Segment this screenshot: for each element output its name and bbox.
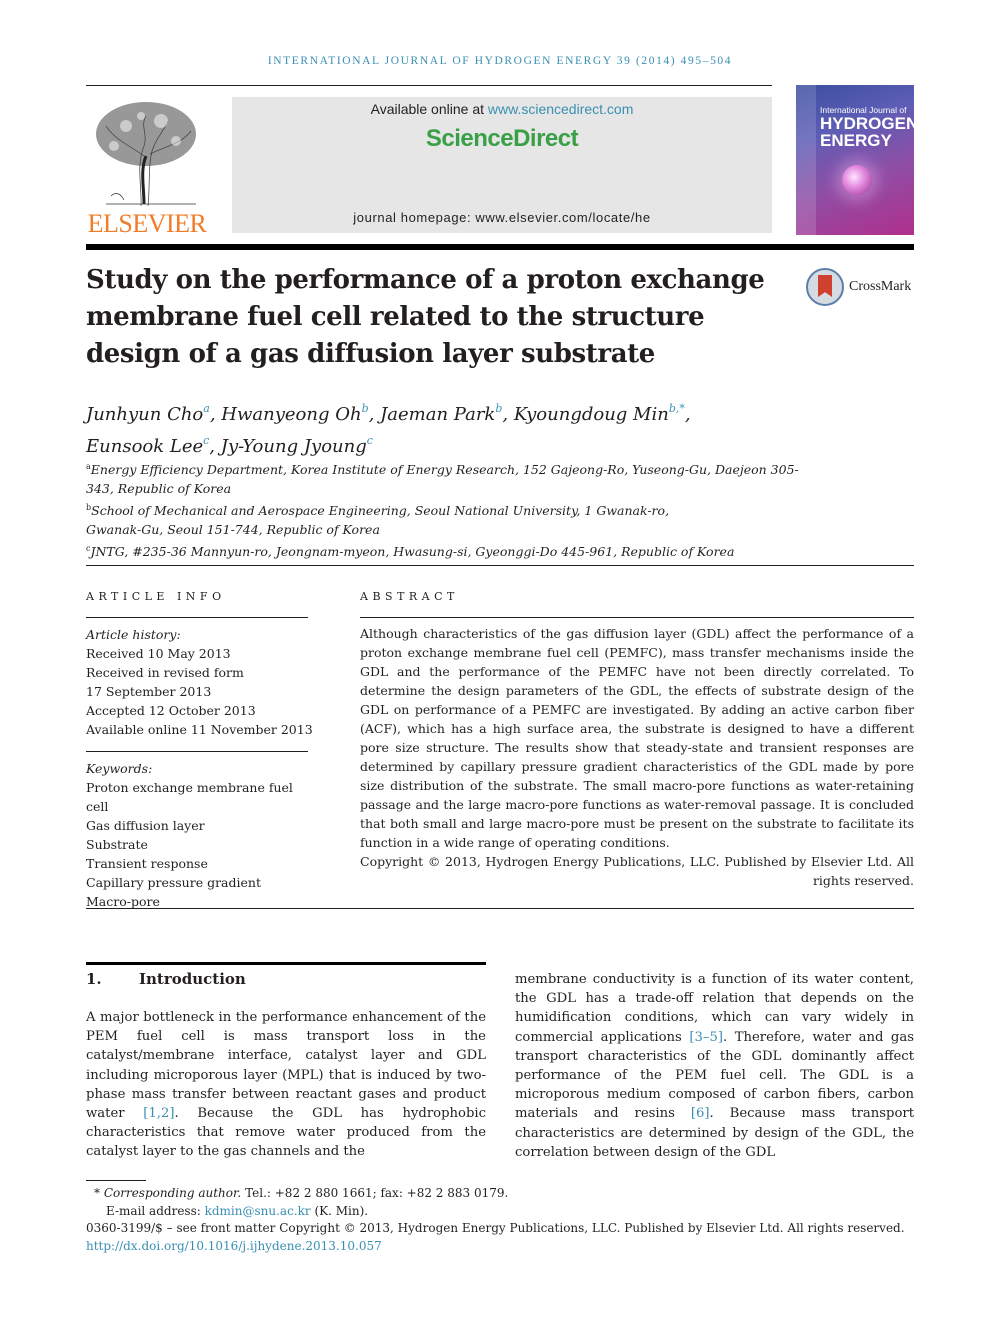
- keywords-label: Keywords:: [86, 761, 153, 776]
- citation-link[interactable]: [1,2]: [143, 1106, 174, 1121]
- body-text: A major bottleneck in the performance en…: [86, 1010, 486, 1122]
- footnote-mark: *: [94, 1186, 100, 1200]
- section-number: 1.: [86, 970, 102, 988]
- crossmark-label: CrossMark: [849, 279, 912, 294]
- issn-line: 0360-3199/$ – see front matter Copyright…: [86, 1221, 905, 1235]
- front-matter-divider: [86, 908, 914, 909]
- author-name: Jaeman Park: [380, 404, 496, 425]
- journal-homepage[interactable]: journal homepage: www.elsevier.com/locat…: [232, 210, 772, 225]
- footnote-rule: [86, 1180, 146, 1181]
- sciencedirect-link[interactable]: www.sciencedirect.com: [488, 101, 634, 117]
- author-name: Kyoungdoug Min: [513, 404, 669, 425]
- crossmark-button[interactable]: CrossMark: [806, 268, 916, 310]
- abstract-body: Although characteristics of the gas diff…: [360, 624, 914, 890]
- keyword[interactable]: Proton exchange membrane fuel cell: [86, 778, 316, 816]
- sciencedirect-brand[interactable]: ScienceDirect: [232, 125, 772, 153]
- abstract-copyright: Copyright © 2013, Hydrogen Energy Public…: [360, 854, 914, 888]
- section-divider: [86, 565, 914, 566]
- article-history-label: Article history:: [86, 627, 181, 642]
- author-name: Jy-Young Jyoung: [220, 436, 367, 457]
- keyword[interactable]: Substrate: [86, 835, 316, 854]
- author-list: Junhyun Choa, Hwanyeong Ohb, Jaeman Park…: [86, 396, 786, 460]
- intro-left-column: A major bottleneck in the performance en…: [86, 1008, 486, 1162]
- history-item: 17 September 2013: [86, 684, 212, 699]
- available-online-text: Available online at www.sciencedirect.co…: [232, 101, 772, 117]
- elsevier-tree-icon: [86, 96, 208, 208]
- history-item: Received 10 May 2013: [86, 646, 231, 661]
- history-item: Received in revised form: [86, 665, 244, 680]
- abstract-heading: ABSTRACT: [360, 590, 459, 603]
- citation-link[interactable]: [3–5]: [689, 1030, 723, 1045]
- author-separator: ,: [502, 404, 514, 425]
- running-header: INTERNATIONAL JOURNAL OF HYDROGEN ENERGY…: [267, 55, 733, 67]
- author-name: Eunsook Lee: [86, 436, 204, 457]
- cover-title-line2: ENERGY: [820, 131, 892, 150]
- author-separator: ,: [368, 404, 381, 425]
- author[interactable]: Jy-Young Jyoungc: [220, 434, 373, 457]
- author-name: Junhyun Cho: [86, 404, 204, 425]
- affiliation-text: JNTG, #235-36 Mannyun-ro, Jeongnam-myeon…: [90, 544, 735, 559]
- abstract-divider: [360, 617, 914, 618]
- section-heading-introduction: 1. Introduction: [86, 970, 246, 988]
- article-info-divider: [86, 617, 308, 618]
- author-affil-mark[interactable]: b: [362, 402, 369, 415]
- article-history: Article history: Received 10 May 2013 Re…: [86, 625, 316, 739]
- author-separator: ,: [209, 436, 221, 457]
- author-name: Hwanyeong Oh: [221, 404, 362, 425]
- keyword[interactable]: Capillary pressure gradient: [86, 873, 316, 892]
- elsevier-wordmark: ELSEVIER: [87, 209, 207, 238]
- corresponding-label: Corresponding author.: [103, 1186, 242, 1200]
- sciencedirect-banner: Available online at www.sciencedirect.co…: [232, 97, 772, 233]
- cover-title: HYDROGEN ENERGY: [820, 115, 914, 149]
- affiliation-text: School of Mechanical and Aerospace Engin…: [86, 503, 670, 537]
- corresponding-author-note: * Corresponding author. Tel.: +82 2 880 …: [86, 1185, 916, 1203]
- author[interactable]: Hwanyeong Ohb: [221, 402, 369, 425]
- author[interactable]: Eunsook Leec: [86, 434, 209, 457]
- doi-link[interactable]: http://dx.doi.org/10.1016/j.ijhydene.201…: [86, 1239, 382, 1253]
- available-prefix: Available online at: [370, 101, 488, 117]
- article-title: Study on the performance of a proton exc…: [86, 265, 765, 369]
- elsevier-logo[interactable]: ELSEVIER: [86, 96, 208, 238]
- author-affil-mark[interactable]: c: [367, 434, 373, 447]
- author[interactable]: Jaeman Parkb: [380, 402, 502, 425]
- keyword[interactable]: Gas diffusion layer: [86, 816, 316, 835]
- affiliation-list: aEnergy Efficiency Department, Korea Ins…: [86, 457, 806, 561]
- email-note: E-mail address: kdmin@snu.ac.kr (K. Min)…: [86, 1203, 916, 1221]
- intro-heading-rule: [86, 962, 486, 965]
- keywords: Keywords: Proton exchange membrane fuel …: [86, 759, 316, 911]
- affiliation: cJNTG, #235-36 Mannyun-ro, Jeongnam-myeo…: [86, 539, 806, 561]
- keywords-divider: [86, 751, 308, 752]
- affiliation-text: Energy Efficiency Department, Korea Inst…: [86, 462, 799, 496]
- author-affil-mark[interactable]: b,*: [669, 402, 685, 415]
- contact-info: Tel.: +82 2 880 1661; fax: +82 2 883 017…: [241, 1186, 509, 1200]
- author-separator: ,: [209, 404, 222, 425]
- journal-cover-image[interactable]: International Journal of HYDROGEN ENERGY: [796, 85, 914, 235]
- header-divider: [86, 85, 772, 86]
- email-link[interactable]: kdmin@snu.ac.kr: [205, 1204, 311, 1218]
- masthead-divider: [86, 244, 914, 250]
- abstract-text: Although characteristics of the gas diff…: [360, 626, 914, 850]
- author[interactable]: Junhyun Choa: [86, 402, 210, 425]
- keyword[interactable]: Transient response: [86, 854, 316, 873]
- affiliation: aEnergy Efficiency Department, Korea Ins…: [86, 457, 806, 498]
- footnotes: * Corresponding author. Tel.: +82 2 880 …: [86, 1185, 916, 1255]
- cover-orb-graphic: [842, 165, 872, 195]
- email-owner: (K. Min).: [310, 1203, 369, 1218]
- intro-right-column: membrane conductivity is a function of i…: [515, 970, 914, 1162]
- history-item: Available online 11 November 2013: [86, 722, 313, 737]
- citation-link[interactable]: [6]: [691, 1106, 710, 1121]
- affiliation: bSchool of Mechanical and Aerospace Engi…: [86, 498, 726, 539]
- section-title: Introduction: [139, 970, 246, 988]
- author[interactable]: Kyoungdoug Minb,*: [513, 402, 685, 425]
- article-info-heading: ARTICLE INFO: [86, 590, 226, 603]
- history-item: Accepted 12 October 2013: [86, 703, 256, 718]
- email-label: E-mail address:: [106, 1203, 205, 1218]
- cover-strip: [796, 85, 816, 235]
- author-separator: ,: [684, 404, 691, 425]
